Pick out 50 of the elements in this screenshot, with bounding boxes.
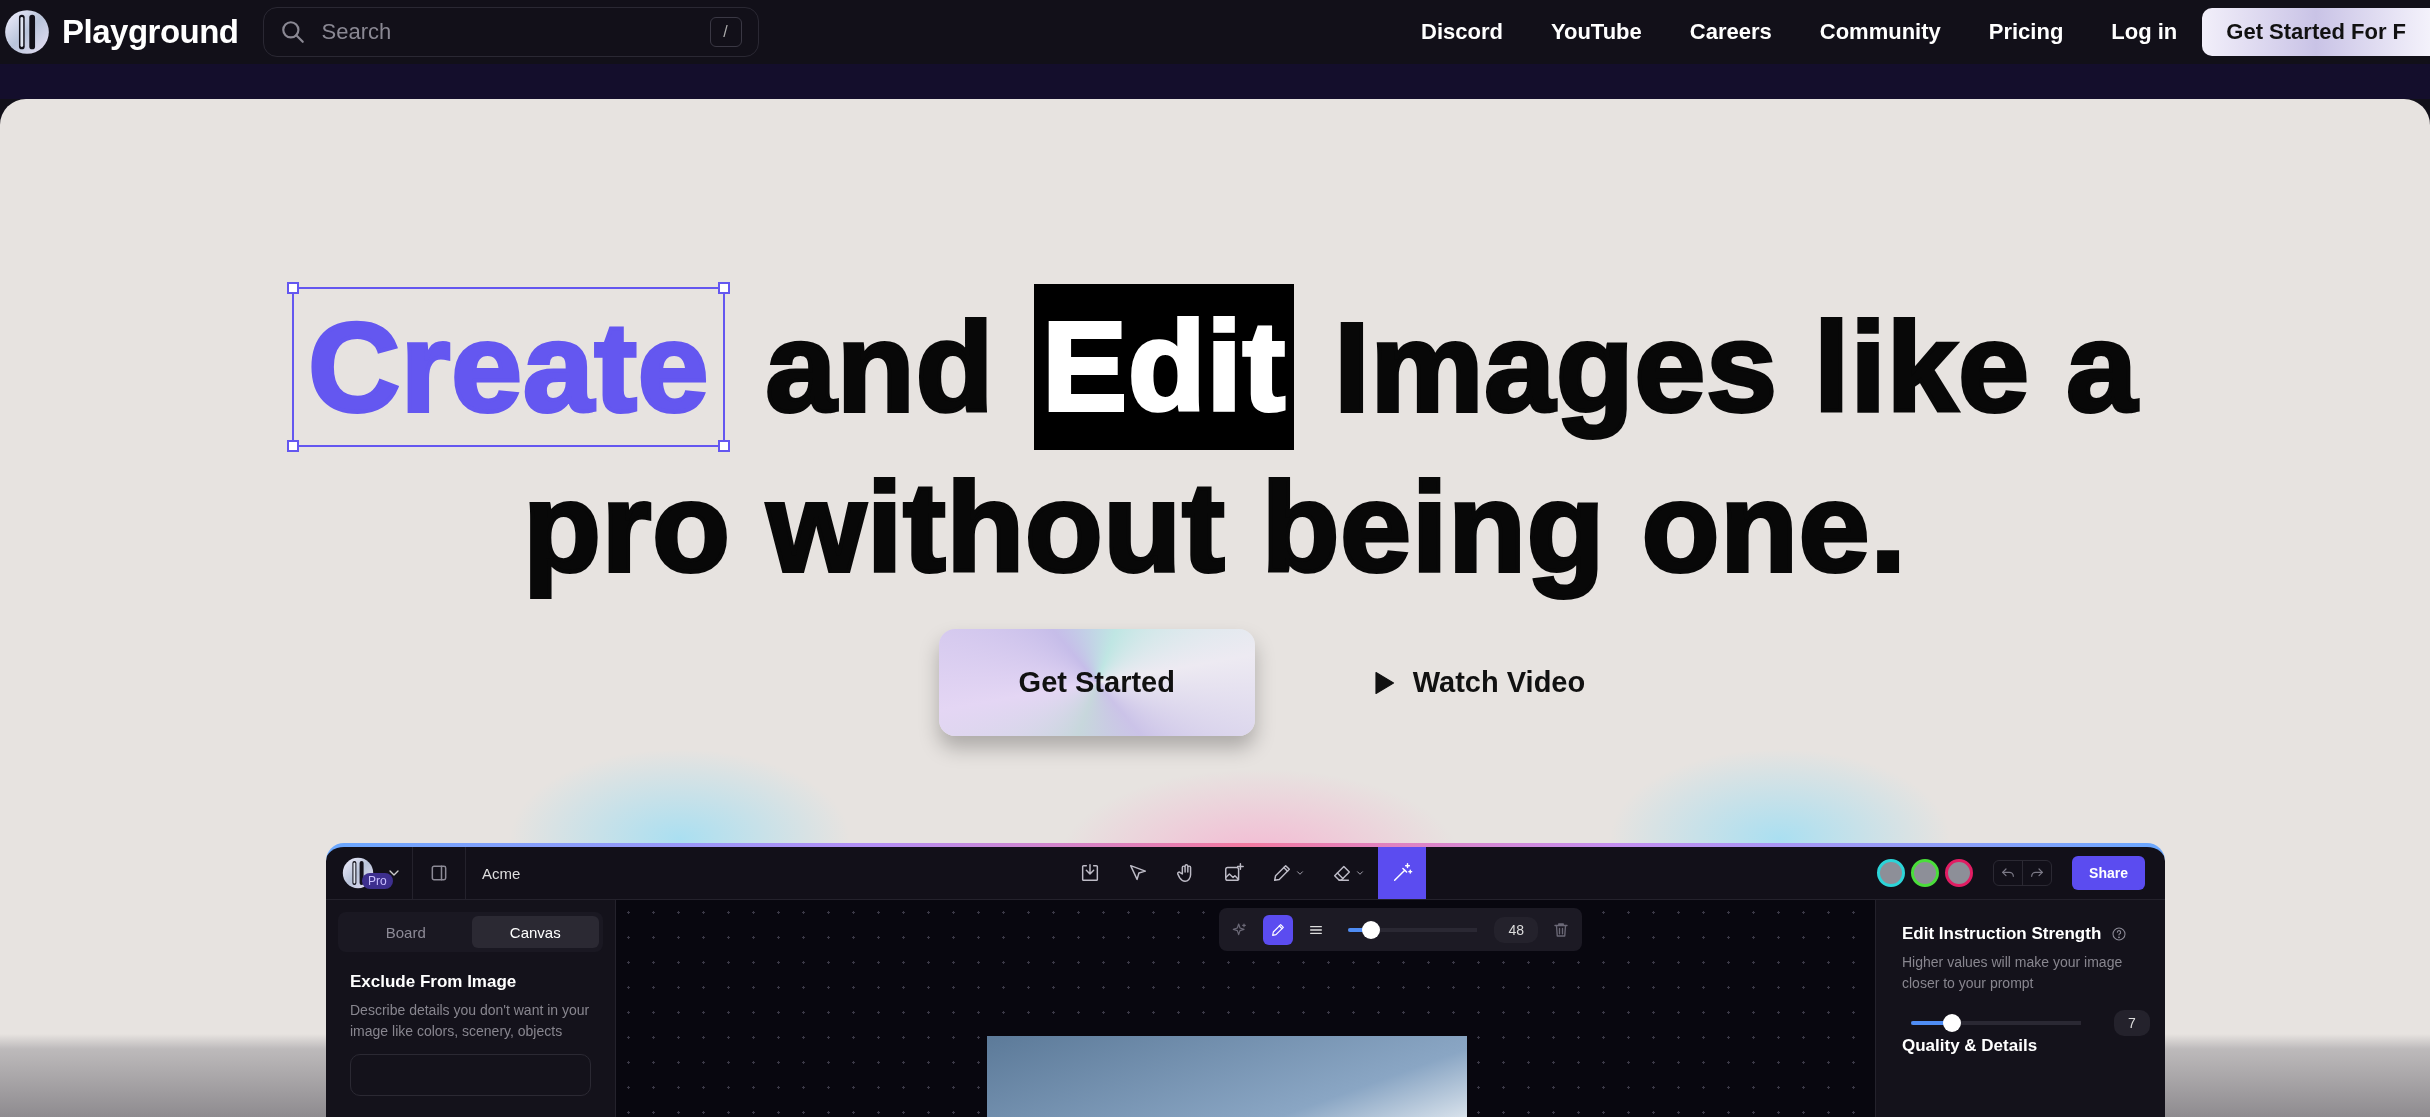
slider-thumb[interactable] — [1362, 920, 1381, 939]
pencil-icon — [1270, 921, 1286, 938]
trash-icon — [1552, 920, 1570, 939]
nav-link[interactable]: Discord — [1397, 19, 1527, 45]
section-heading: Edit Instruction Strength — [1902, 924, 2102, 944]
headline-text: Images like a — [1334, 295, 2138, 440]
sparkle-icon — [1232, 921, 1248, 938]
share-button[interactable]: Share — [2072, 856, 2145, 890]
panel-heading: Exclude From Image — [350, 972, 518, 992]
selection-handle[interactable] — [287, 440, 300, 453]
panel-description: Describe details you don't want in your image like colors, scenery, objects — [350, 1001, 591, 1041]
nav-link[interactable]: Careers — [1665, 19, 1796, 45]
nav-link[interactable]: Log in — [2087, 19, 2202, 45]
brush-size-value: 48 — [1494, 916, 1538, 943]
selection-handle[interactable] — [287, 281, 300, 294]
search-field[interactable]: Search / — [262, 7, 759, 57]
section-description: Higher values will make your image closer to your prompt — [1902, 953, 2124, 993]
watch-video-button[interactable]: Watch Video — [1362, 665, 1592, 700]
pencil-tool-button[interactable] — [1263, 914, 1293, 945]
get-started-button[interactable]: Get Started For F — [2202, 8, 2430, 56]
get-started-button[interactable]: Get Started — [938, 629, 1255, 736]
avatar[interactable] — [1945, 859, 1974, 887]
headline-text: pro without being one. — [523, 455, 1907, 600]
highlighted-headline-word: Edit — [1034, 284, 1295, 450]
selection-handle[interactable] — [718, 281, 731, 294]
sidebar-icon — [429, 863, 449, 883]
panel-tab[interactable]: Canvas — [471, 916, 599, 948]
plan-badge: Pro — [362, 873, 393, 889]
shortcut-key: / — [709, 17, 742, 47]
chevron-icon — [1294, 868, 1305, 878]
selection-handle[interactable] — [718, 440, 731, 453]
nav-link[interactable]: YouTube — [1526, 19, 1666, 45]
search-input[interactable]: Search — [319, 18, 696, 46]
project-name: Acme — [481, 864, 521, 882]
help-icon — [2111, 926, 2128, 942]
slider-thumb[interactable] — [1942, 1014, 1961, 1032]
nav-link[interactable]: Pricing — [1964, 19, 2088, 45]
exclude-input-field[interactable] — [350, 1054, 591, 1096]
panel-tab[interactable]: Board — [342, 916, 470, 948]
headline-text: and — [765, 295, 995, 440]
chevron-icon — [1354, 868, 1365, 878]
section-heading: Quality & Details — [1902, 1036, 2038, 1056]
magic-wand-tool-button[interactable] — [1377, 847, 1426, 899]
avatar[interactable] — [1911, 859, 1940, 887]
nav-link[interactable]: Community — [1795, 19, 1965, 45]
strength-value: 7 — [2114, 1010, 2150, 1036]
avatar[interactable] — [1877, 859, 1906, 887]
logo-icon — [4, 9, 50, 55]
search-icon — [279, 19, 306, 45]
brand-name: Playground — [62, 13, 239, 51]
